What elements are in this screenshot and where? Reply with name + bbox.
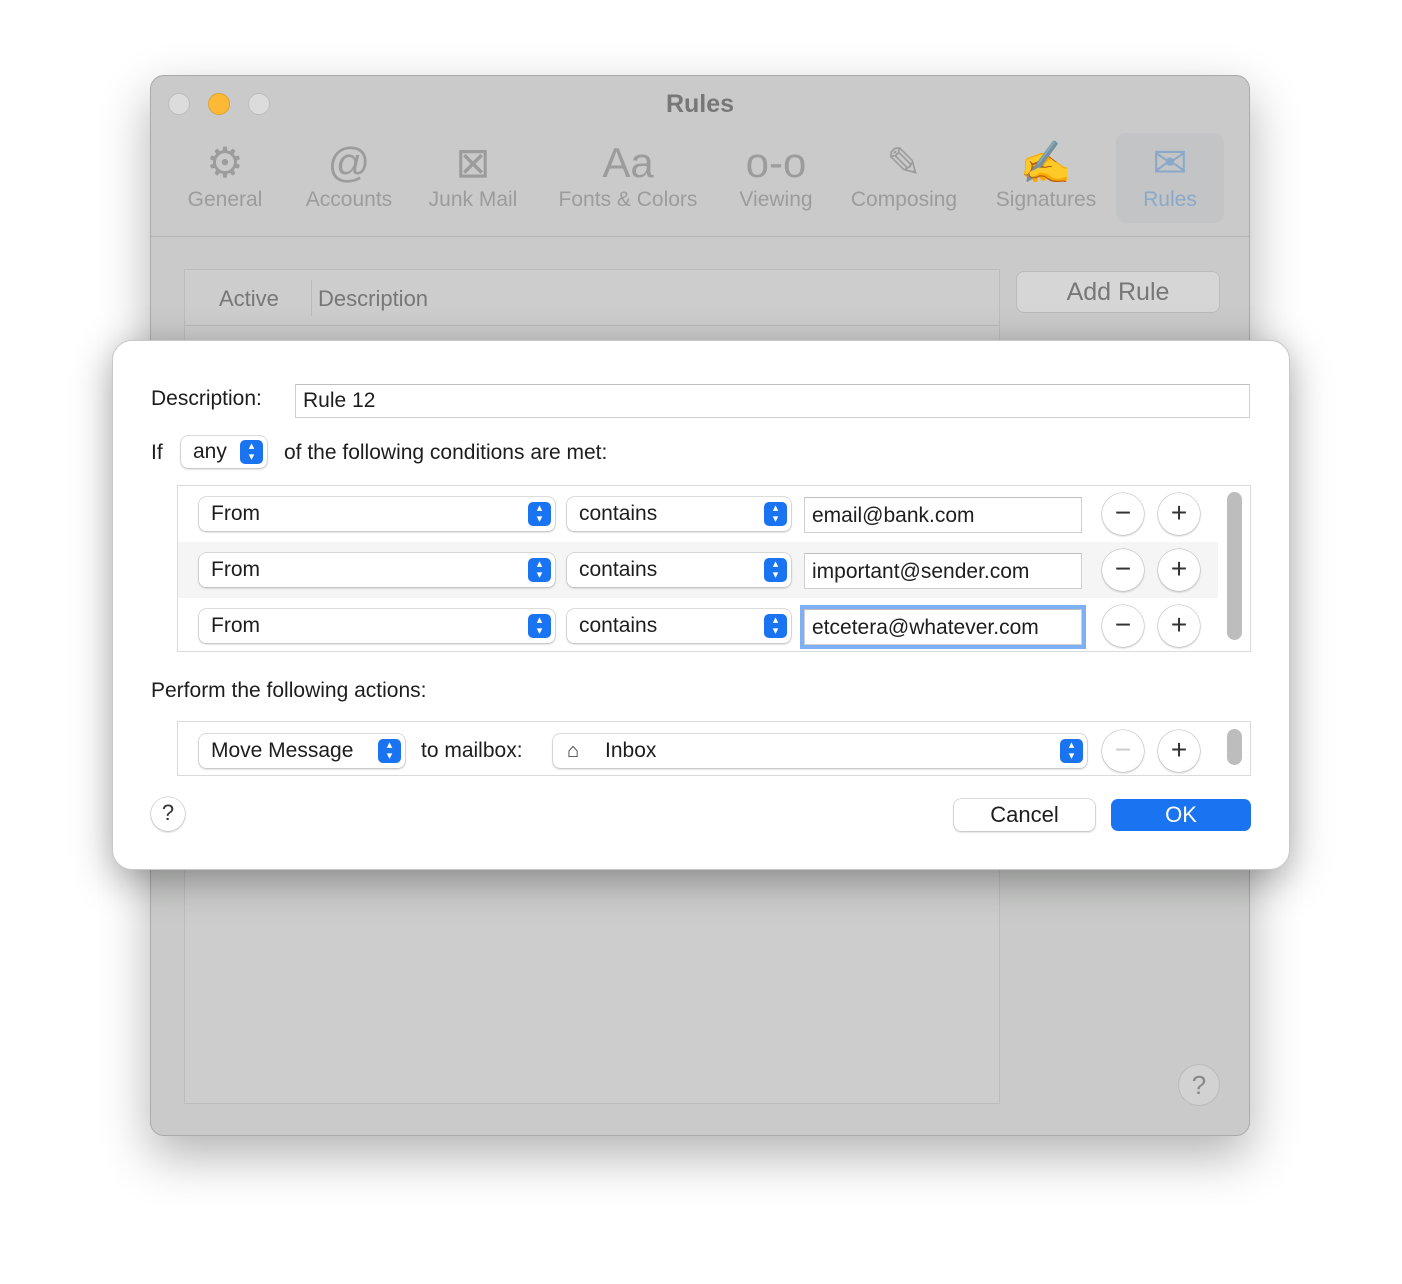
- fonts-icon: Aa: [602, 139, 654, 186]
- cancel-button[interactable]: Cancel: [954, 799, 1095, 831]
- toolbar-tab-accounts[interactable]: @ Accounts: [299, 138, 399, 212]
- description-input[interactable]: Rule 12: [295, 384, 1250, 418]
- condition-value-input[interactable]: email@bank.com: [804, 497, 1082, 533]
- chevron-updown-icon: ▴ ▾: [764, 558, 787, 582]
- glasses-icon: o-o: [745, 139, 807, 186]
- toolbar-tab-viewing[interactable]: o-o Viewing: [733, 138, 819, 212]
- condition-field-popup[interactable]: From ▴ ▾: [199, 553, 555, 587]
- conditions-list: From ▴ ▾ contains ▴ ▾ email@bank.com − + From…: [177, 485, 1251, 652]
- condition-field-value: From: [211, 502, 260, 525]
- junk-bin-icon: ⊠: [455, 139, 491, 186]
- inbox-tray-icon: ⌂: [567, 740, 580, 762]
- if-label: If: [151, 441, 163, 464]
- condition-operator-popup[interactable]: contains ▴ ▾: [567, 609, 791, 643]
- add-condition-button[interactable]: +: [1158, 493, 1200, 535]
- toolbar-tab-junk-mail[interactable]: ⊠ Junk Mail: [423, 138, 523, 212]
- toolbar-tab-label: Rules: [1143, 188, 1197, 211]
- signature-icon: ✍: [1019, 139, 1073, 186]
- condition-operator-value: contains: [579, 614, 658, 637]
- mailbox-value: Inbox: [605, 739, 657, 762]
- description-label: Description:: [151, 387, 262, 410]
- remove-condition-button[interactable]: −: [1102, 493, 1144, 535]
- condition-row: From ▴ ▾ contains ▴ ▾ important@sender.com −…: [178, 542, 1218, 598]
- target-label: to mailbox:: [421, 739, 523, 762]
- column-description[interactable]: Description: [318, 286, 428, 312]
- conditions-suffix: of the following conditions are met:: [284, 441, 608, 464]
- chevron-updown-icon: ▴ ▾: [240, 440, 263, 464]
- action-popup[interactable]: Move Message ▴ ▾: [199, 734, 405, 768]
- chevron-updown-icon: ▴ ▾: [528, 614, 551, 638]
- help-button[interactable]: ?: [151, 797, 185, 831]
- gear-icon: ⚙: [206, 139, 244, 186]
- condition-operator-value: contains: [579, 558, 658, 581]
- condition-operator-popup[interactable]: contains ▴ ▾: [567, 497, 791, 531]
- remove-condition-button[interactable]: −: [1102, 549, 1144, 591]
- chevron-updown-icon: ▴ ▾: [528, 502, 551, 526]
- compose-icon: ✎: [886, 139, 922, 186]
- condition-field-popup[interactable]: From ▴ ▾: [199, 497, 555, 531]
- mailbox-popup[interactable]: ⌂ Inbox ▴ ▾: [553, 734, 1087, 768]
- toolbar-tab-signatures[interactable]: ✍ Signatures: [989, 138, 1103, 212]
- condition-field-value: From: [211, 614, 260, 637]
- toolbar-tab-composing[interactable]: ✎ Composing: [843, 138, 965, 212]
- toolbar-tab-label: Composing: [850, 188, 958, 211]
- add-action-button[interactable]: +: [1158, 730, 1200, 772]
- window-title: Rules: [665, 90, 735, 118]
- remove-action-button[interactable]: −: [1102, 730, 1144, 772]
- condition-field-value: From: [211, 558, 260, 581]
- toolbar-tab-rules[interactable]: ✉ Rules: [1116, 133, 1224, 223]
- chevron-updown-icon: ▴ ▾: [528, 558, 551, 582]
- rule-edit-sheet: Description: Rule 12 If any ▴ ▾ of the fol…: [112, 340, 1290, 870]
- add-rule-button[interactable]: Add Rule: [1016, 271, 1220, 313]
- toolbar-divider: [151, 236, 1249, 237]
- toolbar-tab-label: Fonts & Colors: [558, 188, 698, 211]
- toolbar-tab-label: Junk Mail: [428, 188, 518, 211]
- toolbar-tab-label: Signatures: [995, 188, 1097, 211]
- rules-envelope-icon: ✉: [1152, 139, 1188, 186]
- condition-row: From ▴ ▾ contains ▴ ▾ etcetera@whatever.com …: [178, 598, 1218, 654]
- chevron-updown-icon: ▴ ▾: [764, 502, 787, 526]
- actions-list: Move Message ▴ ▾ to mailbox: ⌂ Inbox ▴ ▾ − +: [177, 721, 1251, 776]
- condition-field-popup[interactable]: From ▴ ▾: [199, 609, 555, 643]
- condition-row: From ▴ ▾ contains ▴ ▾ email@bank.com − +: [178, 486, 1218, 542]
- conditions-scrollbar[interactable]: [1227, 492, 1242, 640]
- toolbar-tab-label: General: [187, 188, 263, 211]
- toolbar-tab-fonts-colors[interactable]: Aa Fonts & Colors: [549, 138, 707, 212]
- chevron-updown-icon: ▴ ▾: [1060, 739, 1083, 763]
- toolbar-tab-general[interactable]: ⚙ General: [186, 138, 264, 212]
- chevron-updown-icon: ▴ ▾: [764, 614, 787, 638]
- rules-list-header: Active Description: [185, 270, 999, 326]
- condition-operator-value: contains: [579, 502, 658, 525]
- action-value: Move Message: [211, 739, 354, 762]
- actions-scrollbar[interactable]: [1227, 729, 1242, 765]
- remove-condition-button[interactable]: −: [1102, 605, 1144, 647]
- at-icon: @: [327, 139, 371, 186]
- column-divider: [311, 280, 312, 316]
- actions-label: Perform the following actions:: [151, 679, 427, 702]
- toolbar-tab-label: Accounts: [305, 188, 393, 211]
- column-active[interactable]: Active: [219, 286, 279, 312]
- help-button[interactable]: ?: [1178, 1064, 1220, 1106]
- chevron-updown-icon: ▴ ▾: [378, 739, 401, 763]
- match-value: any: [193, 440, 227, 463]
- toolbar-tab-label: Viewing: [739, 188, 813, 211]
- match-popup[interactable]: any ▴ ▾: [181, 436, 267, 468]
- condition-value-input[interactable]: etcetera@whatever.com: [804, 609, 1082, 645]
- add-condition-button[interactable]: +: [1158, 549, 1200, 591]
- ok-button[interactable]: OK: [1111, 799, 1251, 831]
- add-condition-button[interactable]: +: [1158, 605, 1200, 647]
- condition-value-input[interactable]: important@sender.com: [804, 553, 1082, 589]
- condition-operator-popup[interactable]: contains ▴ ▾: [567, 553, 791, 587]
